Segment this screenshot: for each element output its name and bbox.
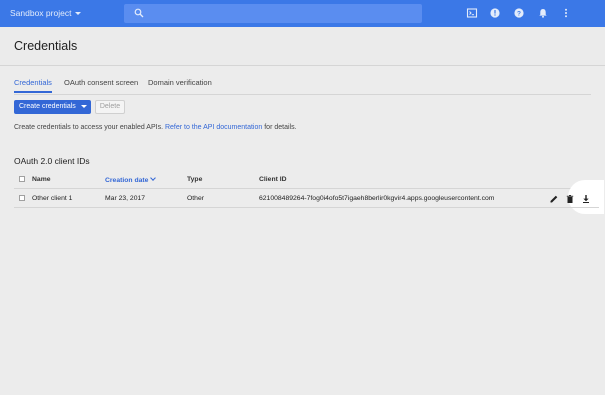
bell-icon[interactable] [537,7,549,19]
client-name-link[interactable]: Other client 1 [32,195,72,202]
info-text: Create credentials to access your enable… [14,124,297,131]
edit-icon[interactable] [549,194,559,204]
tabs-divider [14,94,591,95]
creation-date-label: Creation date [105,177,149,184]
tab-oauth-consent-screen[interactable]: OAuth consent screen [64,78,138,91]
create-credentials-label: Create credentials [19,103,76,110]
column-header-name[interactable]: Name [32,176,51,183]
table-row: Other client 1 Mar 23, 2017 Other 621008… [14,189,599,208]
info-prefix: Create credentials to access your enable… [14,124,164,131]
project-selector[interactable]: Sandbox project [10,8,82,18]
column-header-creation-date[interactable]: Creation date [105,175,157,184]
api-docs-link[interactable]: Refer to the API documentation [165,124,262,131]
select-all-checkbox[interactable] [19,176,25,182]
cloud-shell-icon[interactable] [466,7,478,19]
table-header: Name Creation date Type Client ID [14,172,599,189]
project-name: Sandbox project [10,8,72,18]
client-type: Other [187,195,204,202]
chevron-down-icon [81,105,87,108]
svg-text:?: ? [517,10,521,17]
page-title: Credentials [14,39,78,53]
chevron-down-icon [75,12,82,16]
column-header-type[interactable]: Type [187,176,202,183]
section-title: OAuth 2.0 client IDs [14,156,90,166]
delete-icon[interactable] [565,194,575,204]
client-id: 621008489264-7fog0i4ofo5t7igaeh8berlir0k… [259,195,495,202]
column-header-client-id[interactable]: Client ID [259,176,287,183]
search-icon [134,8,144,18]
search-input[interactable] [124,4,422,23]
delete-button[interactable]: Delete [95,100,125,114]
page-header: Credentials [0,27,605,66]
download-icon[interactable] [581,194,591,204]
help-icon[interactable]: ? [513,7,525,19]
sort-desc-icon [150,175,157,181]
notifications-feedback-icon[interactable] [489,7,501,19]
create-credentials-button[interactable]: Create credentials [14,100,91,114]
tab-credentials[interactable]: Credentials [14,78,52,93]
creation-date: Mar 23, 2017 [105,195,146,202]
row-checkbox[interactable] [19,195,25,201]
more-vert-icon[interactable] [560,7,572,19]
main-content: Credentials OAuth consent screen Domain … [0,66,605,395]
top-app-bar: Sandbox project ? [0,0,605,27]
tab-domain-verification[interactable]: Domain verification [148,78,212,91]
info-suffix: for details. [264,124,297,131]
